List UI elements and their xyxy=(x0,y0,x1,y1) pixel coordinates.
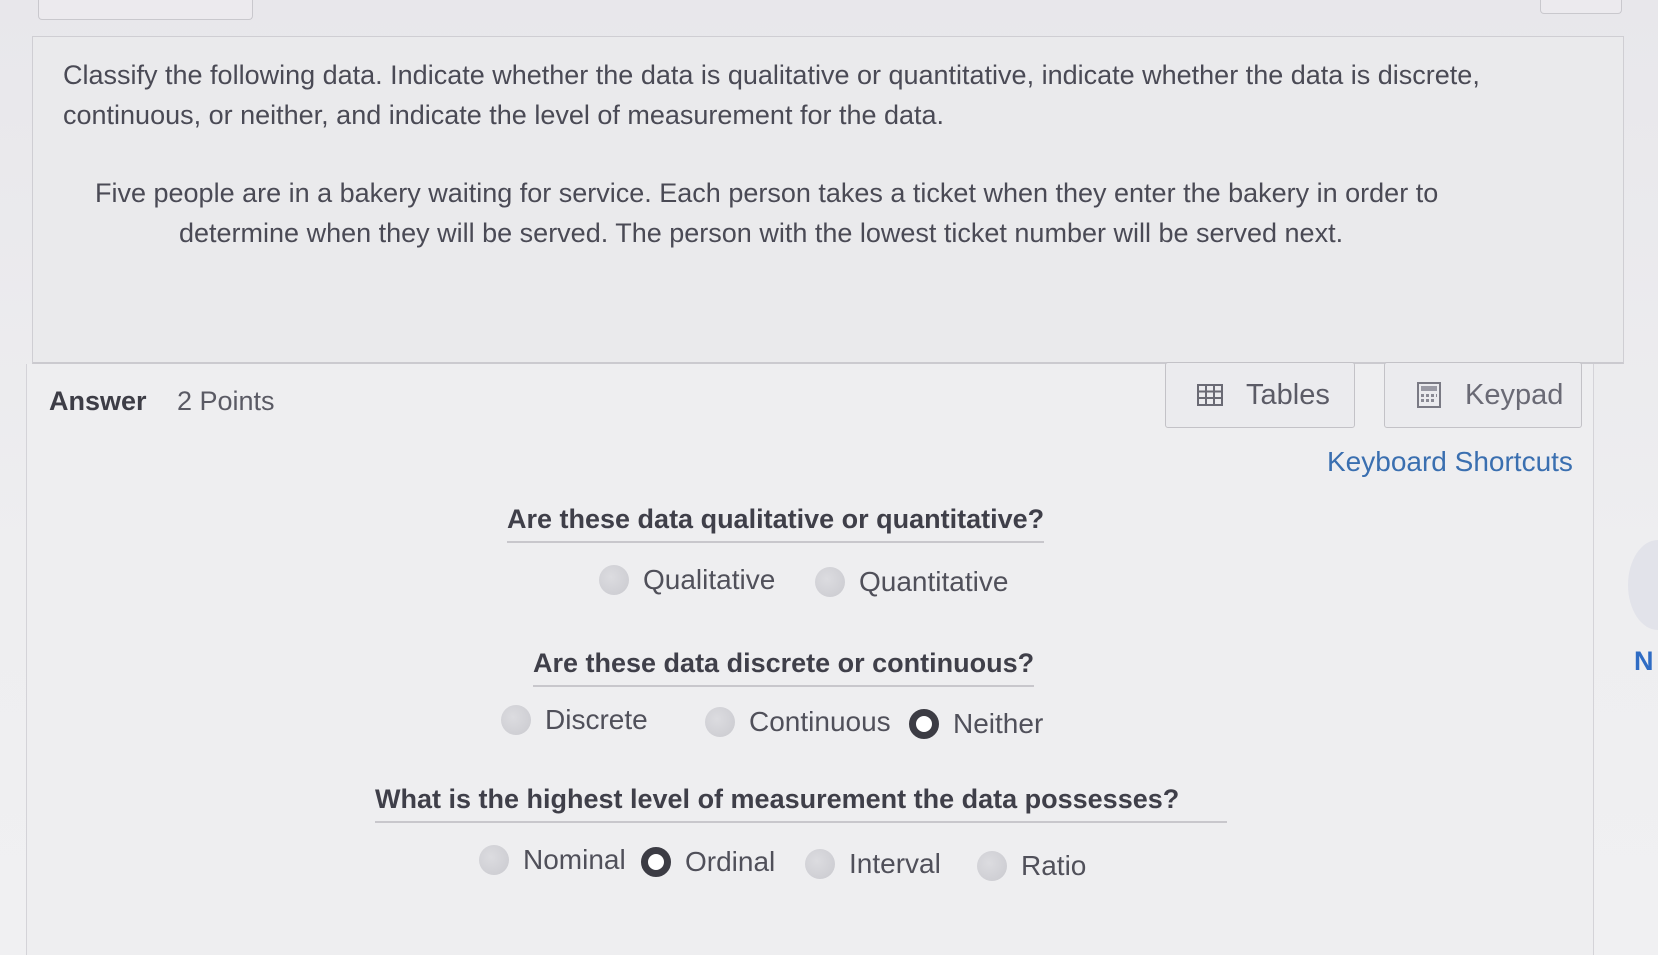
q2-option-discrete[interactable]: Discrete xyxy=(501,704,648,736)
q1-radio-quantitative[interactable] xyxy=(815,567,845,597)
q2-option-label: Continuous xyxy=(749,706,891,737)
previous-tab-stub xyxy=(38,0,253,20)
tables-label: Tables xyxy=(1246,378,1330,411)
q1-heading: Are these data qualitative or quantitati… xyxy=(507,504,1045,543)
q3-radio-ratio[interactable] xyxy=(977,851,1007,881)
keypad-label: Keypad xyxy=(1465,378,1564,411)
side-panel-edge xyxy=(1628,540,1658,630)
q3-option-label: Interval xyxy=(849,848,941,879)
q1-radio-qualitative[interactable] xyxy=(599,565,629,595)
q2-option-label: Neither xyxy=(953,708,1044,739)
q3-option-nominal[interactable]: Nominal xyxy=(479,844,626,876)
scenario-line-1: Five people are in a bakery waiting for … xyxy=(95,178,1439,208)
q3-option-label: Ordinal xyxy=(685,846,776,877)
q2-radio-discrete[interactable] xyxy=(501,705,531,735)
q3-option-ordinal[interactable]: Ordinal xyxy=(641,846,775,878)
question-instructions: Classify the following data. Indicate wh… xyxy=(63,60,1480,130)
q2-heading: Are these data discrete or continuous? xyxy=(533,648,1035,687)
table-grid-icon xyxy=(1197,384,1223,406)
page: Classify the following data. Indicate wh… xyxy=(0,0,1658,955)
q1-option-qualitative[interactable]: Qualitative xyxy=(599,564,775,596)
q3-radio-nominal[interactable] xyxy=(479,845,509,875)
tables-button[interactable]: Tables xyxy=(1165,362,1355,428)
q1-option-quantitative[interactable]: Quantitative xyxy=(815,566,1008,598)
q3-option-interval[interactable]: Interval xyxy=(805,848,941,880)
calculator-icon xyxy=(1417,382,1441,408)
q3-option-label: Nominal xyxy=(523,844,626,875)
question-scenario: Five people are in a bakery waiting for … xyxy=(95,173,1575,253)
q3-radio-interval[interactable] xyxy=(805,849,835,879)
q2-option-neither[interactable]: Neither xyxy=(909,708,1043,740)
keyboard-shortcuts-link[interactable]: Keyboard Shortcuts xyxy=(1327,446,1573,478)
q2-option-continuous[interactable]: Continuous xyxy=(705,706,891,738)
q1-option-label: Qualitative xyxy=(643,564,776,595)
scenario-line-2: determine when they will be served. The … xyxy=(179,218,1344,248)
q3-option-label: Ratio xyxy=(1021,850,1087,881)
points-label: 2 Points xyxy=(177,386,275,416)
question-card: Classify the following data. Indicate wh… xyxy=(32,36,1624,364)
q1-option-label: Quantitative xyxy=(859,566,1009,597)
answer-panel: Answer 2 Points Tables Keypad Keyboard S… xyxy=(26,362,1594,955)
q2-radio-continuous[interactable] xyxy=(705,707,735,737)
q3-option-ratio[interactable]: Ratio xyxy=(977,850,1086,882)
q3-radio-ordinal-selected[interactable] xyxy=(641,847,671,877)
side-next-letter[interactable]: N xyxy=(1634,646,1654,677)
previous-button-stub xyxy=(1540,0,1622,14)
q3-heading: What is the highest level of measurement… xyxy=(375,784,1227,823)
keypad-button[interactable]: Keypad xyxy=(1384,362,1582,428)
q2-option-label: Discrete xyxy=(545,704,648,735)
answer-label: Answer xyxy=(49,386,147,416)
q2-radio-neither-selected[interactable] xyxy=(909,709,939,739)
